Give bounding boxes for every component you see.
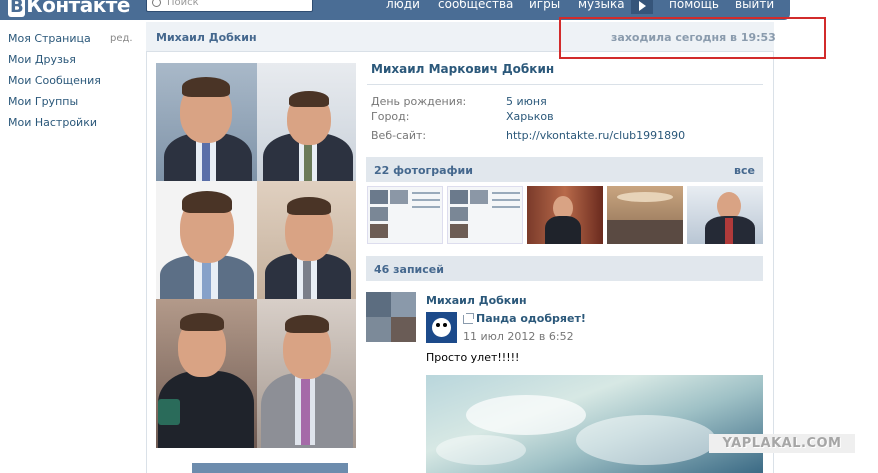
photo-thumbnail[interactable] (687, 186, 763, 244)
music-play-icon[interactable] (631, 0, 653, 14)
profile-photo[interactable] (156, 63, 356, 448)
sidebar-item-messages[interactable]: Мои Сообщения (8, 74, 101, 87)
photo-tile (257, 181, 356, 299)
post-author-name[interactable]: Михаил Добкин (426, 294, 527, 307)
highlight-annotation-box (559, 17, 826, 59)
photos-section-title[interactable]: 22 фотографии (374, 164, 473, 177)
search-input[interactable]: Поиск (146, 0, 313, 12)
sidebar-item-my-page[interactable]: Моя Страница (8, 32, 91, 45)
photo-tile (257, 299, 356, 448)
photo-thumbnail[interactable] (367, 186, 443, 244)
vk-logo[interactable]: В Контакте (8, 0, 130, 17)
nav-communities[interactable]: сообщества (438, 0, 513, 11)
photo-tile (156, 299, 257, 448)
birthday-label: День рождения: (371, 95, 467, 108)
repost-icon (463, 313, 474, 324)
city-value[interactable]: Харьков (506, 110, 554, 123)
photos-all-link[interactable]: все (734, 164, 755, 177)
edit-link[interactable]: ред. (110, 33, 133, 44)
photo-action-button[interactable] (192, 463, 348, 473)
search-icon (152, 0, 161, 7)
sidebar-item-friends[interactable]: Мои Друзья (8, 53, 76, 66)
website-link[interactable]: http://vkontakte.ru/club1991890 (506, 129, 685, 142)
shared-source-link[interactable]: Панда одобряет! (476, 312, 586, 325)
birthday-value[interactable]: 5 июня (506, 95, 547, 108)
photo-thumbnail[interactable] (607, 186, 683, 244)
panda-avatar[interactable] (426, 312, 457, 343)
nav-people[interactable]: люди (386, 0, 420, 11)
wall-section-title[interactable]: 46 записей (374, 263, 444, 276)
photo-thumbnail[interactable] (447, 186, 523, 244)
watermark: YAPLAKAL.COM (709, 434, 855, 453)
profile-full-name: Михаил Маркович Добкин (371, 62, 555, 76)
post-text: Просто улет!!!!! (426, 351, 520, 364)
divider (367, 84, 763, 85)
photo-thumbnail[interactable] (527, 186, 603, 244)
sidebar-item-groups[interactable]: Мои Группы (8, 95, 78, 108)
photo-tile (156, 181, 257, 299)
post-author-avatar[interactable] (366, 292, 416, 342)
page-title: Михаил Добкин (156, 31, 257, 44)
post-date[interactable]: 11 июл 2012 в 6:52 (463, 330, 574, 343)
nav-logout[interactable]: выйти (735, 0, 774, 11)
nav-games[interactable]: игры (529, 0, 560, 11)
city-label: Город: (371, 110, 410, 123)
nav-music[interactable]: музыка (578, 0, 625, 11)
post-image[interactable] (426, 375, 763, 473)
photo-tile (257, 63, 356, 181)
sidebar-item-settings[interactable]: Мои Настройки (8, 116, 97, 129)
website-label: Веб-сайт: (371, 129, 427, 142)
photo-tile (156, 63, 257, 181)
nav-help[interactable]: помощь (669, 0, 719, 11)
